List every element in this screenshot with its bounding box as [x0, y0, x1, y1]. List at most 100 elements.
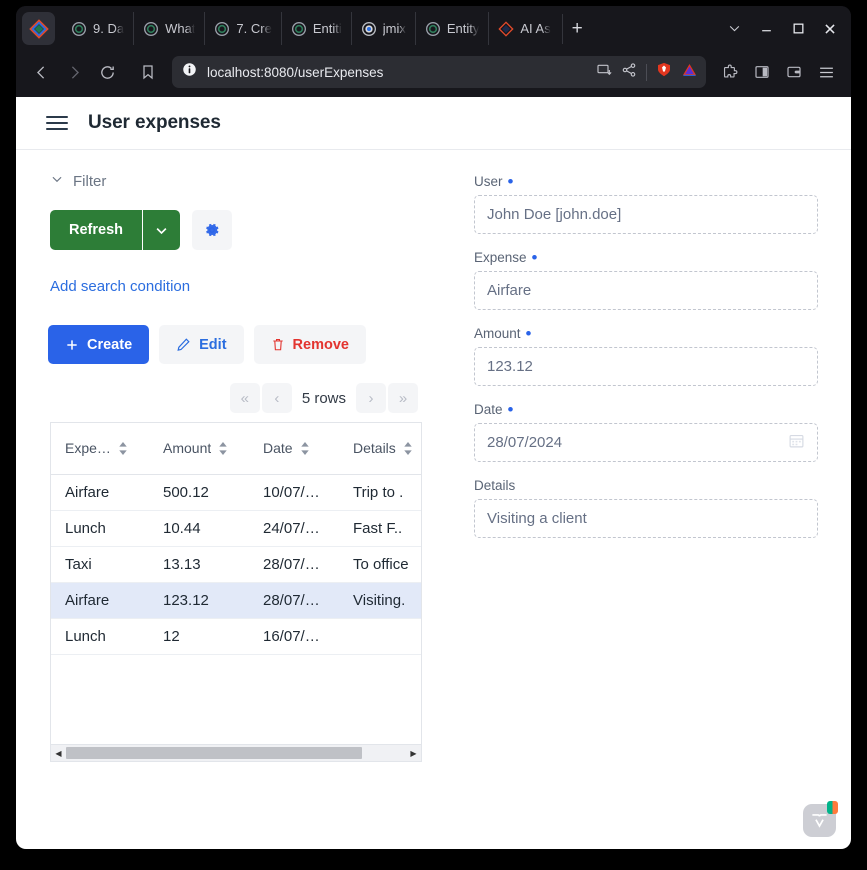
- extensions-icon[interactable]: [715, 57, 745, 87]
- field-label-text: Date: [474, 402, 503, 417]
- scroll-left-arrow[interactable]: ◀: [51, 745, 66, 761]
- pager-next-button[interactable]: ›: [356, 383, 386, 413]
- refresh-split-button: Refresh: [50, 210, 180, 250]
- sidebar-icon[interactable]: [747, 57, 777, 87]
- filter-toggle[interactable]: Filter: [50, 172, 446, 191]
- app-body: Filter Refresh Add search condition Crea…: [16, 150, 851, 762]
- chevron-left-icon: [36, 65, 44, 79]
- brave-shields-icon[interactable]: [656, 61, 672, 83]
- back-button[interactable]: [26, 57, 56, 87]
- pager-first-button[interactable]: «: [229, 383, 260, 413]
- browser-tab-1[interactable]: 9. Da: [62, 12, 133, 45]
- field-user: User • John Doe [john.doe]: [474, 171, 818, 234]
- pager-prev-button[interactable]: ‹: [261, 383, 292, 413]
- window-controls: [719, 14, 845, 44]
- table-body: Airfare 500.12 10/07/… Trip to . Lunch 1…: [51, 474, 421, 655]
- table-row[interactable]: Airfare 500.12 10/07/… Trip to .: [51, 474, 421, 511]
- expense-detail-form: User • John Doe [john.doe] Expense • Air…: [446, 150, 851, 762]
- tab-list: 9. Da What 7. Cre Entiti jmix Entity AI …: [62, 12, 711, 45]
- tab-title: What: [165, 21, 196, 36]
- amount-field[interactable]: 123.12: [474, 347, 818, 386]
- add-search-condition-link[interactable]: Add search condition: [50, 278, 446, 295]
- url-bar[interactable]: localhost:8080/userExpenses: [172, 56, 706, 88]
- sort-icon: [119, 441, 127, 455]
- table-row[interactable]: Lunch 10.44 24/07/… Fast F..: [51, 510, 421, 547]
- create-button[interactable]: Create: [48, 325, 150, 364]
- new-tab-button[interactable]: +: [561, 13, 592, 44]
- column-header-date[interactable]: Date: [249, 423, 339, 475]
- vaadin-icon[interactable]: [803, 801, 838, 837]
- wallet-icon[interactable]: [779, 57, 809, 87]
- share-icon[interactable]: [621, 62, 637, 83]
- user-field[interactable]: John Doe [john.doe]: [474, 195, 818, 234]
- scrollbar-track[interactable]: [66, 745, 406, 761]
- menu-icon[interactable]: [811, 57, 841, 87]
- minimize-icon: [761, 30, 771, 32]
- browser-tab-2[interactable]: What: [133, 12, 204, 45]
- tab-title: Entiti: [312, 21, 342, 36]
- browser-tab-5[interactable]: jmix: [350, 12, 415, 45]
- expense-field[interactable]: Airfare: [474, 271, 818, 310]
- column-header-amount[interactable]: Amount: [149, 423, 249, 475]
- field-details: Details Visiting a client: [474, 478, 818, 538]
- ring-icon: [72, 21, 86, 36]
- reload-icon: [100, 65, 114, 79]
- maximize-button[interactable]: [783, 14, 813, 44]
- create-button-label: Create: [87, 336, 133, 353]
- amount-field-value: 123.12: [487, 358, 533, 375]
- remove-button-label: Remove: [292, 336, 349, 353]
- date-field[interactable]: 28/07/2024: [474, 423, 818, 462]
- reload-button[interactable]: [92, 57, 122, 87]
- brave-diamond-icon: [28, 18, 49, 39]
- calendar-icon[interactable]: [788, 432, 805, 453]
- divider: [646, 63, 647, 81]
- browser-tab-7[interactable]: AI As: [488, 12, 559, 45]
- field-label-text: Amount: [474, 326, 521, 341]
- expense-field-value: Airfare: [487, 282, 532, 299]
- browser-tab-6[interactable]: Entity: [414, 12, 489, 45]
- column-header-details[interactable]: Details: [339, 423, 421, 475]
- install-app-icon[interactable]: [596, 62, 612, 83]
- browser-window: 9. Da What 7. Cre Entiti jmix Entity AI …: [16, 6, 851, 849]
- ring-icon: [291, 21, 306, 36]
- refresh-dropdown-button[interactable]: [142, 210, 180, 250]
- close-button[interactable]: [815, 14, 845, 44]
- cell-amount: 123.12: [149, 582, 249, 619]
- column-header-expense[interactable]: Expe…: [51, 423, 149, 475]
- column-header-label: Date: [263, 440, 293, 457]
- left-pane: Filter Refresh Add search condition Crea…: [16, 150, 446, 762]
- chevron-down-icon: [50, 172, 64, 191]
- status-badge: [827, 801, 838, 814]
- pager-rows-label: 5 rows: [301, 389, 346, 407]
- minimize-button[interactable]: [751, 14, 781, 44]
- table-row[interactable]: Taxi 13.13 28/07/… To office: [51, 546, 421, 583]
- grid-pagination: « ‹ 5 rows › »: [34, 383, 418, 413]
- site-info-icon[interactable]: [182, 62, 197, 82]
- pager-last-button[interactable]: »: [388, 383, 418, 413]
- table-row-selected[interactable]: Airfare 123.12 28/07/… Visiting.: [51, 582, 421, 619]
- browser-tab-4[interactable]: Entiti: [280, 12, 351, 45]
- diamond-icon: [498, 20, 514, 37]
- bookmark-button[interactable]: [133, 57, 163, 87]
- tab-search-button[interactable]: [719, 14, 749, 44]
- field-label: User •: [474, 171, 514, 191]
- filter-settings-button[interactable]: [192, 210, 232, 250]
- bookmark-icon: [143, 65, 153, 80]
- forward-button[interactable]: [59, 57, 89, 87]
- brave-logo-button[interactable]: [22, 12, 55, 45]
- refresh-button[interactable]: Refresh: [50, 210, 142, 250]
- details-field[interactable]: Visiting a client: [474, 499, 818, 538]
- cell-details: [339, 618, 421, 655]
- field-date: Date • 28/07/2024: [474, 401, 818, 462]
- table-row[interactable]: Lunch 12 16/07/…: [51, 618, 421, 655]
- brave-leo-icon[interactable]: [681, 62, 698, 83]
- browser-tab-3[interactable]: 7. Cre: [204, 12, 280, 45]
- grid-horizontal-scrollbar[interactable]: ◀ ▶: [51, 744, 421, 761]
- remove-button[interactable]: Remove: [253, 325, 366, 364]
- hamburger-icon[interactable]: [46, 116, 68, 130]
- cell-details: To office: [339, 546, 421, 583]
- scrollbar-thumb[interactable]: [66, 747, 362, 759]
- edit-button[interactable]: Edit: [159, 325, 244, 364]
- cell-date: 28/07/…: [249, 546, 339, 583]
- scroll-right-arrow[interactable]: ▶: [406, 745, 421, 761]
